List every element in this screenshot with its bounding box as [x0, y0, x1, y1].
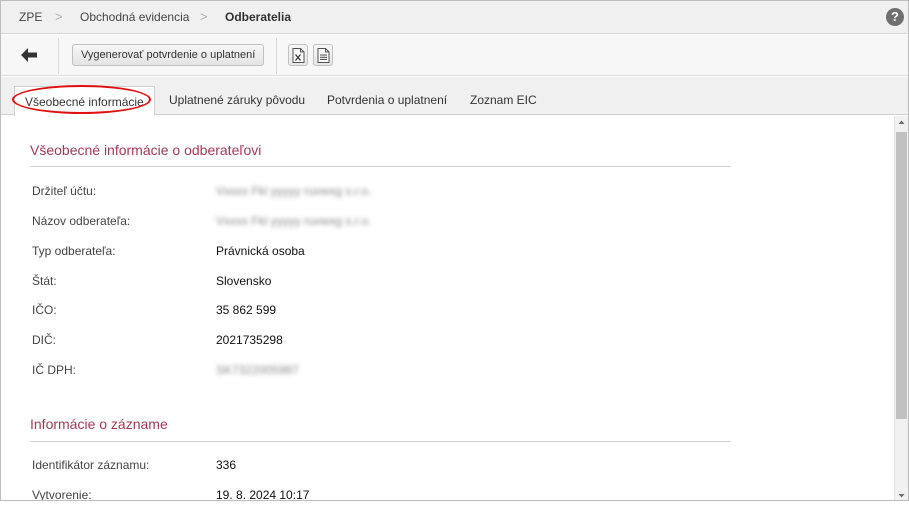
export-excel-button[interactable] [288, 44, 308, 66]
label-ico: IČO: [32, 303, 57, 317]
section-divider [30, 166, 731, 167]
value-state: Slovensko [216, 274, 272, 288]
label-customer-type: Typ odberateľa: [32, 244, 116, 258]
value-dic: 2021735298 [216, 333, 283, 347]
export-document-button[interactable] [313, 44, 333, 66]
breadcrumb-separator-icon: > [55, 9, 63, 24]
help-icon[interactable]: ? [886, 8, 904, 26]
value-created: 19. 8. 2024 10:17 [216, 488, 310, 501]
breadcrumb-item-zpe[interactable]: ZPE [19, 10, 42, 24]
value-ic-dph: SK7322005987 [216, 363, 299, 377]
app-window: ZPE > Obchodná evidencia > Odberatelia ?… [0, 0, 909, 501]
label-customer-name: Názov odberateľa: [32, 214, 131, 228]
label-ic-dph: IČ DPH: [32, 363, 77, 377]
value-account-holder: Vxxxx Fkl yyyyy ruvwxg s.r.o. [216, 184, 372, 198]
toolbar-divider [276, 38, 277, 74]
value-ico: 35 862 599 [216, 303, 277, 317]
breadcrumb: ZPE > Obchodná evidencia > Odberatelia ? [1, 1, 908, 34]
section-title-general: Všeobecné informácie o odberateľovi [30, 142, 262, 158]
label-state: Štát: [32, 274, 57, 288]
section-divider [30, 441, 731, 442]
toolbar: Vygenerovať potvrdenie o uplatnení [1, 35, 908, 76]
label-account-holder: Držiteľ účtu: [32, 184, 97, 198]
toolbar-divider [58, 38, 59, 74]
tab-vseobecne-informacie[interactable]: Všeobecné informácie [14, 86, 155, 116]
label-record-id: Identifikátor záznamu: [32, 458, 150, 472]
section-title-record: Informácie o zázname [30, 416, 168, 432]
excel-file-icon [292, 48, 305, 63]
arrow-left-icon [21, 48, 37, 62]
scroll-up-icon[interactable] [895, 116, 908, 129]
value-customer-type: Právnická osoba [216, 244, 305, 258]
breadcrumb-item-odberatelia: Odberatelia [225, 10, 292, 24]
tab-potvrdenia-o-uplatneni[interactable]: Potvrdenia o uplatnení [327, 77, 447, 115]
scrollbar-thumb[interactable] [896, 132, 907, 419]
label-created: Vytvorenie: [32, 488, 92, 501]
tab-uplatnene-zaruky-povodu[interactable]: Uplatnené záruky pôvodu [169, 77, 305, 115]
label-dic: DIČ: [32, 333, 56, 347]
value-record-id: 336 [216, 458, 237, 472]
main-content: Všeobecné informácie o odberateľovi Drži… [1, 116, 894, 501]
vertical-scrollbar[interactable] [894, 116, 908, 501]
scroll-down-icon[interactable] [895, 489, 908, 501]
tab-zoznam-eic[interactable]: Zoznam EIC [470, 77, 537, 115]
back-button[interactable] [15, 42, 43, 68]
document-icon [317, 48, 330, 63]
value-customer-name: Vxxxx Fkl yyyyy ruvwxg s.r.o. [216, 214, 372, 228]
tab-bar: Všeobecné informácie Uplatnené záruky pô… [1, 77, 908, 116]
breadcrumb-item-obchodna-evidencia[interactable]: Obchodná evidencia [80, 10, 189, 24]
generate-confirmation-button[interactable]: Vygenerovať potvrdenie o uplatnení [72, 44, 265, 66]
breadcrumb-separator-icon: > [200, 9, 208, 24]
